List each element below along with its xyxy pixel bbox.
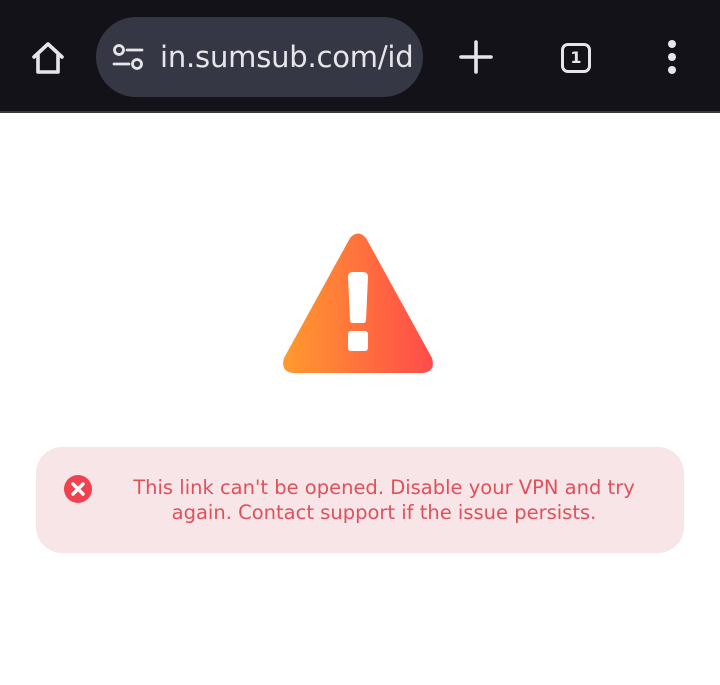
home-button[interactable] [22, 32, 74, 84]
tab-count: 1 [570, 48, 582, 67]
url-text[interactable]: in.sumsub.com/id [160, 17, 414, 97]
more-vertical-icon [668, 40, 676, 74]
site-settings-button[interactable] [110, 41, 146, 73]
tab-count-icon: 1 [561, 43, 591, 73]
tab-switcher-button[interactable]: 1 [552, 34, 600, 82]
plus-icon [459, 40, 493, 74]
address-bar[interactable]: in.sumsub.com/id [96, 17, 423, 97]
error-banner: This link can't be opened. Disable your … [36, 447, 684, 553]
home-icon [32, 42, 64, 74]
new-tab-button[interactable] [452, 33, 500, 81]
browser-menu-button[interactable] [648, 33, 696, 81]
error-circle-x-icon [64, 475, 92, 503]
tune-icon [112, 44, 144, 70]
error-message: This link can't be opened. Disable your … [133, 476, 635, 524]
warning-triangle-icon [283, 233, 433, 373]
browser-toolbar: in.sumsub.com/id 1 [0, 0, 720, 113]
